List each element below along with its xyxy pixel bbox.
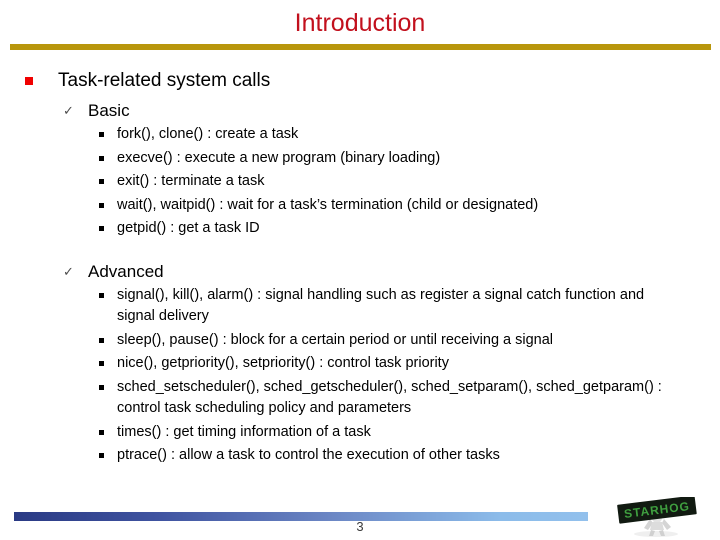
- list-item: sleep(), pause() : block for a certain p…: [0, 330, 720, 352]
- list-item-label: wait(), waitpid() : wait for a task’s te…: [117, 196, 539, 213]
- small-square-bullet-icon: [99, 226, 104, 231]
- list-item-label: ptrace() : allow a task to control the e…: [117, 447, 500, 463]
- outline-level1-item: Task-related system calls: [0, 68, 720, 93]
- outline-level3-list-basic: fork(), clone() : create a task execve()…: [0, 124, 720, 240]
- check-bullet-icon: ✓: [63, 103, 74, 118]
- small-square-bullet-icon: [99, 292, 104, 298]
- list-item-label: execve() : execute a new program (binary…: [117, 149, 441, 166]
- list-item-label: fork(), clone() : create a task: [117, 126, 299, 142]
- outline-level1-label: Task-related system calls: [58, 70, 271, 91]
- list-item-label: nice(), getpriority(), setpriority() : c…: [117, 355, 449, 371]
- list-item-label: exit() : terminate a task: [117, 173, 265, 189]
- title-divider: [10, 44, 711, 50]
- small-square-bullet-icon: [99, 429, 104, 435]
- slide-body: Task-related system calls ✓ Basic fork()…: [0, 68, 720, 469]
- list-item-label: sched_setscheduler(), sched_getscheduler…: [117, 378, 662, 417]
- list-item-label: getpid() : get a task ID: [117, 220, 260, 236]
- small-square-bullet-icon: [99, 384, 104, 390]
- list-item: wait(), waitpid() : wait for a task’s te…: [0, 195, 720, 217]
- slide: Introduction Task-related system calls ✓…: [0, 0, 720, 540]
- outline-level2-item-basic: ✓ Basic: [0, 99, 720, 122]
- list-item: getpid() : get a task ID: [0, 218, 720, 240]
- small-square-bullet-icon: [99, 132, 104, 137]
- check-bullet-icon: ✓: [63, 263, 74, 279]
- small-square-bullet-icon: [99, 155, 104, 161]
- outline-level2-label: Advanced: [88, 261, 164, 281]
- list-item: times() : get timing information of a ta…: [0, 422, 720, 444]
- small-square-bullet-icon: [99, 179, 104, 184]
- outline-level2-label: Basic: [88, 101, 130, 120]
- list-item-label: signal(), kill(), alarm() : signal handl…: [117, 286, 645, 325]
- list-item: ptrace() : allow a task to control the e…: [0, 445, 720, 467]
- square-bullet-icon: [25, 77, 33, 85]
- small-square-bullet-icon: [99, 202, 104, 208]
- outline-level2-item-advanced: ✓ Advanced: [0, 260, 720, 283]
- list-item-label: sleep(), pause() : block for a certain p…: [117, 331, 554, 348]
- small-square-bullet-icon: [99, 337, 104, 343]
- list-item: execve() : execute a new program (binary…: [0, 148, 720, 170]
- page-title: Introduction: [294, 9, 426, 37]
- logo-artwork: STARHOG: [617, 497, 697, 537]
- list-item: signal(), kill(), alarm() : signal handl…: [0, 285, 720, 328]
- starhog-logo: STARHOG: [604, 497, 710, 537]
- small-square-bullet-icon: [99, 453, 104, 458]
- outline-level3-list-advanced: signal(), kill(), alarm() : signal handl…: [0, 285, 720, 467]
- list-item-label: times() : get timing information of a ta…: [117, 423, 371, 440]
- list-item: exit() : terminate a task: [0, 171, 720, 193]
- list-item: fork(), clone() : create a task: [0, 124, 720, 146]
- small-square-bullet-icon: [99, 361, 104, 366]
- list-item: sched_setscheduler(), sched_getscheduler…: [0, 377, 720, 420]
- list-item: nice(), getpriority(), setpriority() : c…: [0, 353, 720, 375]
